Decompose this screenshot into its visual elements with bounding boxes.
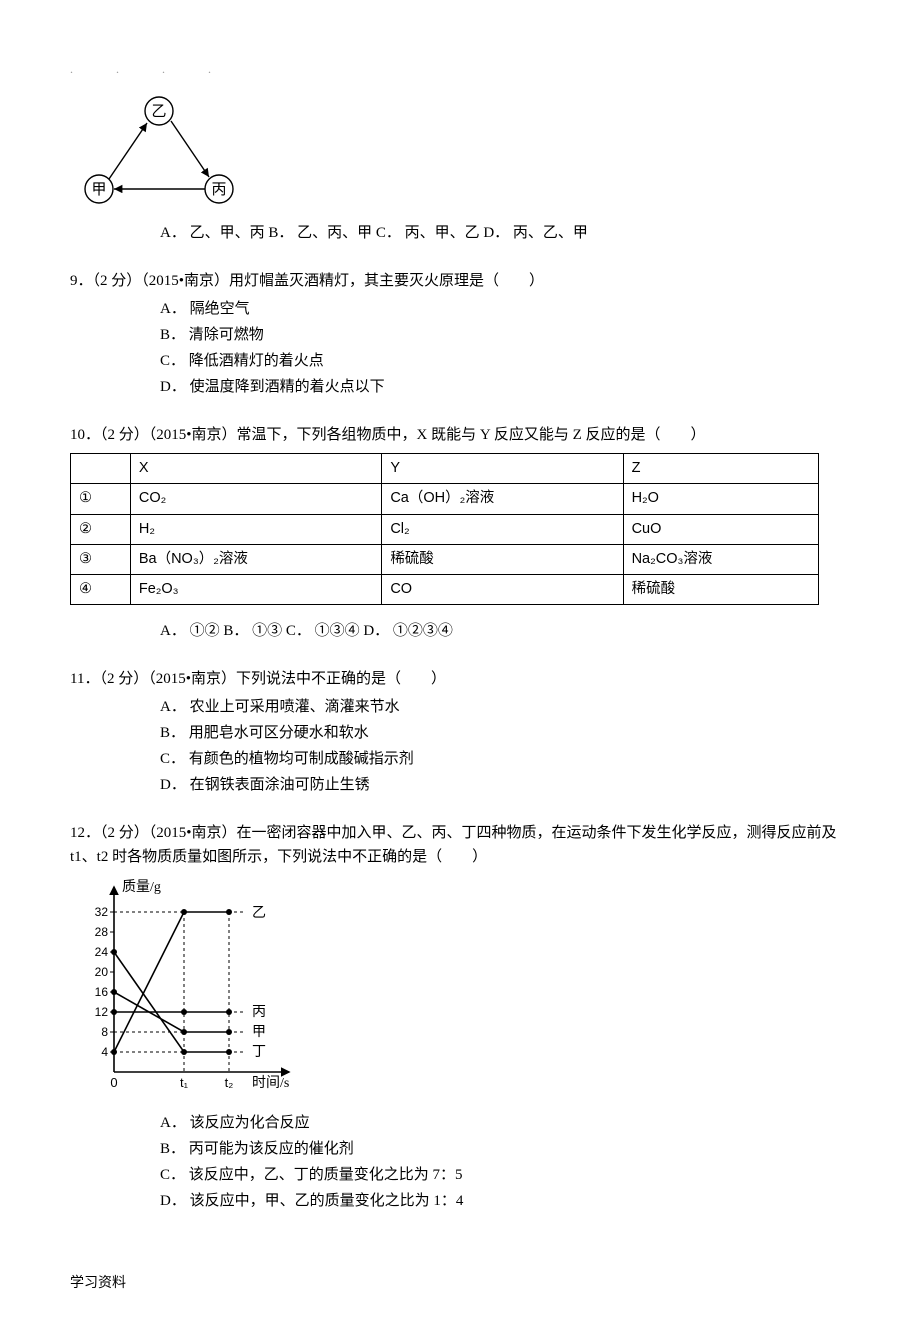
q12-opt-a: A． 该反应为化合反应 [160,1111,850,1135]
table-row: ③ Ba（NO₃）₂溶液 稀硫酸 Na₂CO₃溶液 [71,544,819,574]
cell-idx: ③ [71,544,131,574]
q9-opt-a: A． 隔绝空气 [160,297,850,321]
cell-y: Cl₂ [382,514,623,544]
xlabel: 时间/s [252,1075,289,1091]
q11-opt-a: A． 农业上可采用喷灌、滴灌来节水 [160,695,850,719]
question-10: 10．（2 分）（2015•南京）常温下，下列各组物质中，X 既能与 Y 反应又… [70,423,850,643]
footer-text: 学习资料 [70,1273,850,1295]
node-bing: 丙 [211,182,226,198]
q8-options: A． 乙、甲、丙 B． 乙、丙、甲 C． 丙、甲、乙 D． 丙、乙、甲 [70,221,850,245]
ytick: 8 [101,1025,108,1039]
th-blank [71,454,131,484]
cell-idx: ④ [71,574,131,604]
q11-opt-b: B． 用肥皂水可区分硬水和软水 [160,721,850,745]
q10-table: X Y Z ① CO₂ Ca（OH）₂溶液 H₂O ② H₂ Cl₂ CuO ③… [70,453,819,605]
q12-stem: 12．（2 分）（2015•南京）在一密闭容器中加入甲、乙、丙、丁四种物质，在运… [70,821,850,869]
th-y: Y [382,454,623,484]
ytick: 12 [95,1005,109,1019]
node-jia: 甲 [91,182,106,198]
q11-opt-d: D． 在钢铁表面涂油可防止生锈 [160,773,850,797]
cell-idx: ① [71,484,131,514]
q9-opt-b: B． 清除可燃物 [160,323,850,347]
ytick: 28 [95,925,109,939]
header-dots: . . . . [70,60,850,79]
q9-opt-c: C． 降低酒精灯的着火点 [160,349,850,373]
cell-z: CuO [623,514,818,544]
node-yi: 乙 [151,104,166,120]
ytick: 24 [95,945,109,959]
q9-stem: 9．（2 分）（2015•南京）用灯帽盖灭酒精灯，其主要灭火原理是（ ） [70,269,850,293]
cell-x: Ba（NO₃）₂溶液 [130,544,381,574]
triangle-diagram: 乙 甲 丙 [74,89,850,217]
q10-stem: 10．（2 分）（2015•南京）常温下，下列各组物质中，X 既能与 Y 反应又… [70,423,850,447]
cell-x: Fe₂O₃ [130,574,381,604]
q12-opt-d: D． 该反应中，甲、乙的质量变化之比为 1：4 [160,1189,850,1213]
q9-opt-d: D． 使温度降到酒精的着火点以下 [160,375,850,399]
mass-time-chart: 质量/g 时间/s 32 28 24 20 16 12 8 4 [74,877,850,1105]
table-row: ① CO₂ Ca（OH）₂溶液 H₂O [71,484,819,514]
ytick: 16 [95,985,109,999]
q10-options: A． ①② B． ①③ C． ①③④ D． ①②③④ [70,619,850,643]
th-x: X [130,454,381,484]
xtick: t₁ [180,1075,189,1090]
ytick: 4 [101,1045,108,1059]
cell-x: H₂ [130,514,381,544]
cell-z: H₂O [623,484,818,514]
series-label-yi: 乙 [252,905,266,921]
question-9: 9．（2 分）（2015•南京）用灯帽盖灭酒精灯，其主要灭火原理是（ ） A． … [70,269,850,399]
xtick: 0 [110,1075,117,1090]
q11-opt-c: C． 有颜色的植物均可制成酸碱指示剂 [160,747,850,771]
question-11: 11．（2 分）（2015•南京）下列说法中不正确的是（ ） A． 农业上可采用… [70,667,850,797]
cell-x: CO₂ [130,484,381,514]
q12-opt-c: C． 该反应中，乙、丁的质量变化之比为 7：5 [160,1163,850,1187]
table-header-row: X Y Z [71,454,819,484]
cell-y: Ca（OH）₂溶液 [382,484,623,514]
cell-z: Na₂CO₃溶液 [623,544,818,574]
question-12: 12．（2 分）（2015•南京）在一密闭容器中加入甲、乙、丙、丁四种物质，在运… [70,821,850,1213]
cell-idx: ② [71,514,131,544]
xtick: t₂ [225,1075,234,1090]
cell-y: 稀硫酸 [382,544,623,574]
table-row: ② H₂ Cl₂ CuO [71,514,819,544]
series-label-jia: 甲 [252,1025,266,1040]
series-label-ding: 丁 [252,1045,266,1060]
cell-z: 稀硫酸 [623,574,818,604]
table-row: ④ Fe₂O₃ CO 稀硫酸 [71,574,819,604]
ylabel: 质量/g [122,879,161,895]
question-8: 乙 甲 丙 A． 乙、甲、丙 B． 乙、丙、甲 C． 丙、甲、乙 D． 丙、乙、… [70,89,850,245]
q11-stem: 11．（2 分）（2015•南京）下列说法中不正确的是（ ） [70,667,850,691]
ytick: 32 [95,905,109,919]
th-z: Z [623,454,818,484]
cell-y: CO [382,574,623,604]
q12-opt-b: B． 丙可能为该反应的催化剂 [160,1137,850,1161]
ytick: 20 [95,965,109,979]
series-label-bing: 丙 [252,1005,266,1020]
